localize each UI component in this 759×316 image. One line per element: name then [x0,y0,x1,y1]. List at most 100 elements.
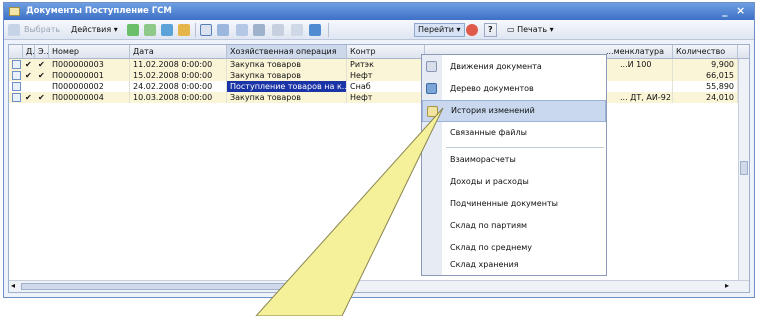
menu-item-linked-files[interactable]: Связанные файлы [422,122,606,144]
toolbar-separator [328,23,329,37]
add-icon[interactable] [127,24,139,36]
date-cell: 24.02.2008 0:00:00 [130,81,227,92]
quantity-cell: 24,010 [673,92,738,103]
select-icon[interactable] [8,24,20,36]
select-button[interactable]: Выбрать [21,23,63,37]
edit-icon[interactable] [161,24,173,36]
nomenclature-cell [617,81,673,92]
structure-icon[interactable] [309,24,321,36]
operation-cell: Закупка товаров [227,59,347,70]
documents-table: Д.. Э.. Номер Дата Хозяйственная операци… [8,44,750,293]
menu-item-history[interactable]: История изменений [422,100,606,122]
print-menu-button[interactable]: ▭ Печать ▾ [504,23,557,37]
column-icon-header[interactable] [9,45,23,58]
refresh-icon[interactable] [272,24,284,36]
operation-cell: Поступление товаров на к... [227,81,347,92]
column-header[interactable]: Д.. [23,45,35,58]
print-label: Печать [517,25,548,34]
table-row[interactable]: ✔ ✔ П000000004 10.03.2008 0:00:00 Закупк… [9,92,749,103]
column-header[interactable]: Хозяйственная операция [227,45,347,58]
close-icon[interactable]: × [736,4,745,17]
window-title: Документы Поступление ГСМ [26,6,172,16]
counterparty-cell: Нефт [347,70,425,81]
nomenclature-cell: ... ДТ, АИ-92 [617,92,673,103]
folder-icon [9,7,20,16]
actions-label: Действия [71,25,112,34]
menu-item-movements[interactable]: Движения документа [422,56,606,78]
document-icon [12,60,21,69]
number-cell: П000000003 [49,59,130,70]
document-tree-icon [426,83,437,94]
menu-item-label: Взаиморасчеты [450,155,516,164]
goto-dropdown-menu: Движения документа Дерево документов Ист… [421,54,607,276]
menu-separator [446,147,604,148]
goto-menu-button[interactable]: Перейти ▾ [414,23,465,37]
menu-item-settlements[interactable]: Взаиморасчеты [422,149,606,171]
posted-check: ✔ [25,71,32,80]
posted-check: ✔ [25,93,32,102]
counterparty-cell: Ритэк [347,59,425,70]
menu-item-label: Склад хранения [450,260,519,269]
scroll-right-icon[interactable]: ▸ [725,281,729,290]
date-cell: 10.03.2008 0:00:00 [130,92,227,103]
copy-icon[interactable] [144,24,156,36]
filter-off-icon[interactable] [236,24,248,36]
date-cell: 15.02.2008 0:00:00 [130,70,227,81]
quantity-cell: 9,900 [673,59,738,70]
actions-menu-button[interactable]: Действия ▾ [68,23,121,37]
menu-item-subordinate-docs[interactable]: Подчиненные документы [422,193,606,215]
document-icon [12,71,21,80]
column-header[interactable]: Номер [49,45,130,58]
movements-icon [426,61,437,72]
scroll-left-icon[interactable]: ◂ [11,281,15,290]
menu-item-document-tree[interactable]: Дерево документов [422,78,606,100]
menu-item-label: История изменений [451,106,535,115]
tree-icon[interactable] [253,24,265,36]
column-header[interactable]: Дата [130,45,227,58]
table-row[interactable]: П000000002 24.02.2008 0:00:00 Поступлени… [9,81,749,92]
minimize-icon[interactable]: _ [722,4,728,17]
exchange-check: ✔ [38,71,45,80]
list-icon[interactable] [291,24,303,36]
column-header[interactable]: Контр [347,45,425,58]
menu-item-label: Доходы и расходы [450,177,529,186]
menu-item-label: Движения документа [450,62,542,71]
toolbar: Выбрать Действия ▾ Перейти ▾ ? ▭ Печать … [4,20,754,40]
menu-item-income-expenses[interactable]: Доходы и расходы [422,171,606,193]
quantity-cell: 66,015 [673,70,738,81]
posted-check: ✔ [25,60,32,69]
filter-icon[interactable] [217,24,229,36]
table-header: Д.. Э.. Номер Дата Хозяйственная операци… [9,45,749,59]
documents-window: Документы Поступление ГСМ _ × Выбрать Де… [3,2,755,298]
horizontal-scrollbar[interactable]: ◂ ▸ [9,280,749,292]
menu-item-label: Связанные файлы [450,128,527,137]
counterparty-cell: Нефт [347,92,425,103]
number-cell: П000000001 [49,70,130,81]
column-header[interactable]: Количество [673,45,738,58]
nomenclature-cell [617,70,673,81]
scroll-thumb[interactable] [740,161,748,175]
quantity-cell: 55,890 [673,81,738,92]
table-row[interactable]: ✔ ✔ П000000001 15.02.2008 0:00:00 Закупк… [9,70,749,81]
number-cell: П000000004 [49,92,130,103]
menu-item-stock-by-batch[interactable]: Склад по партиям [422,215,606,237]
help-button[interactable]: ? [484,23,497,37]
column-header[interactable]: Э.. [35,45,49,58]
refresh-list-icon[interactable] [466,24,478,36]
exchange-check: ✔ [38,60,45,69]
goto-label: Перейти [418,25,454,34]
table-row[interactable]: ✔ ✔ П000000003 11.02.2008 0:00:00 Закупк… [9,59,749,70]
scroll-thumb[interactable] [21,283,321,290]
menu-item-label: Подчиненные документы [450,199,558,208]
post-icon[interactable] [178,24,190,36]
interval-icon[interactable] [200,24,212,36]
number-cell: П000000002 [49,81,130,92]
title-bar[interactable]: Документы Поступление ГСМ _ × [4,3,754,20]
date-cell: 11.02.2008 0:00:00 [130,59,227,70]
history-icon [427,106,438,117]
vertical-scrollbar[interactable] [738,59,749,280]
document-icon [12,93,21,102]
menu-item-storage[interactable]: Склад хранения [422,254,606,276]
operation-cell: Закупка товаров [227,92,347,103]
nomenclature-cell: ...И 100 [617,59,673,70]
